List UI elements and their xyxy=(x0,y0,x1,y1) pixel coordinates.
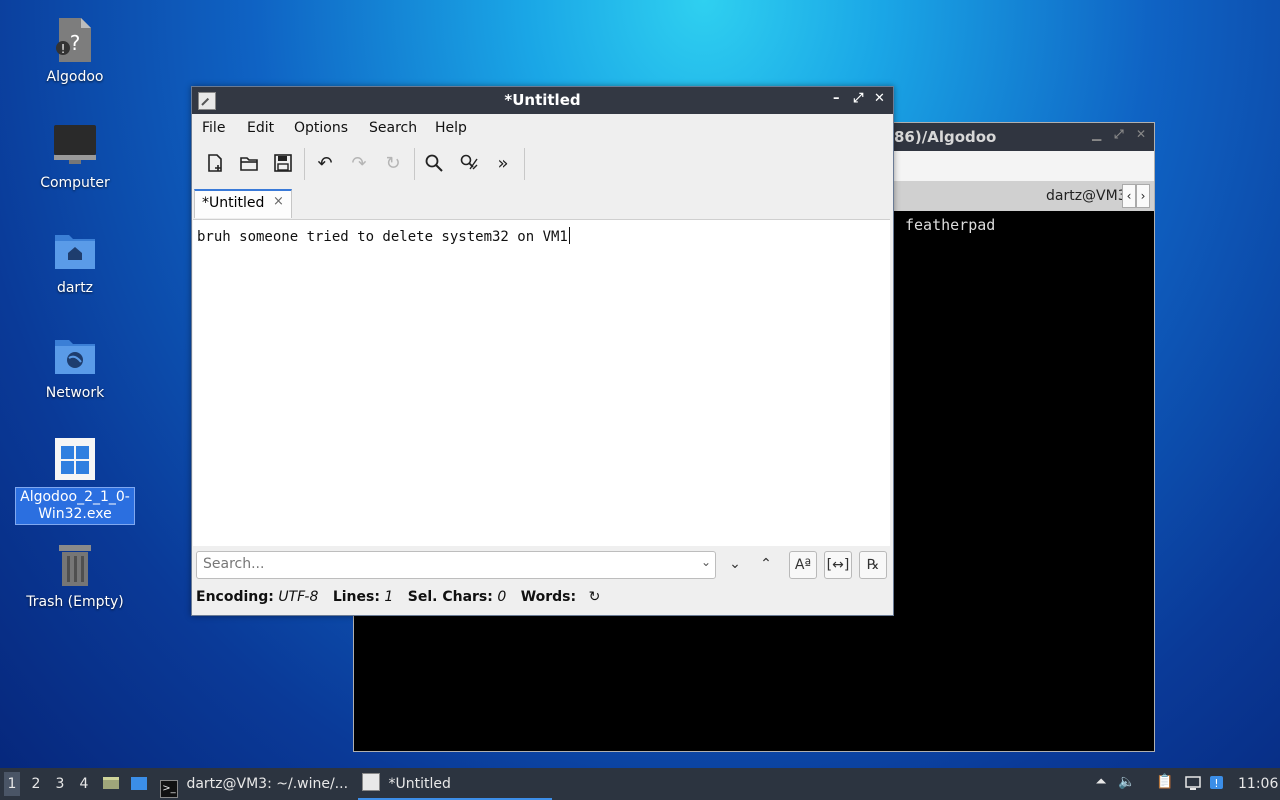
close-icon[interactable]: ✕ xyxy=(1136,127,1146,141)
toolbar: ↶ ↷ ↻ » xyxy=(192,142,893,186)
terminal-title: 86)/Algodoo xyxy=(894,128,997,146)
taskbar-item-label: *Untitled xyxy=(388,776,451,792)
workspace-2[interactable]: 2 xyxy=(28,776,44,792)
desktop-icon-algodoo-exe[interactable]: Algodoo_2_1_0-Win32.exe xyxy=(15,436,135,525)
terminal-tab[interactable]: dartz@VM3 xyxy=(1046,188,1127,204)
menu-edit[interactable]: Edit xyxy=(247,120,274,136)
tab-scroll-left-icon[interactable]: ‹ xyxy=(1122,184,1136,208)
text-caret xyxy=(568,227,570,244)
editor-titlebar[interactable]: *Untitled – ⤢ ✕ xyxy=(192,87,893,114)
reload-icon[interactable]: ↻ xyxy=(380,150,406,176)
editor-text: bruh someone tried to delete system32 on… xyxy=(197,229,568,245)
workspace-1[interactable]: 1 xyxy=(4,772,20,796)
windows-exe-icon xyxy=(51,436,99,484)
search-bar: Search... ⌄ ⌄ ⌃ Aª [↔] ℞ xyxy=(192,547,893,583)
search-placeholder: Search... xyxy=(203,556,265,572)
lines-value: 1 xyxy=(384,589,394,605)
desktop-icon-algodoo[interactable]: ?! Algodoo xyxy=(16,16,134,87)
menubar: File Edit Options Search Help xyxy=(192,114,893,142)
status-bar: Encoding: UTF-8 Lines: 1 Sel. Chars: 0 W… xyxy=(196,589,600,605)
desktop-icon-label: Algodoo_2_1_0-Win32.exe xyxy=(15,487,135,525)
workspace-3[interactable]: 3 xyxy=(52,776,68,792)
network-folder-icon xyxy=(51,332,99,380)
clipboard-icon[interactable]: 📋 xyxy=(1156,774,1174,792)
desktop-icon-label: Network xyxy=(45,385,105,401)
encoding-value[interactable]: UTF-8 xyxy=(278,589,318,605)
taskbar-item-featherpad[interactable]: *Untitled xyxy=(358,768,552,800)
taskbar-item-label: dartz@VM3: ~/.wine/... xyxy=(186,776,349,792)
new-file-icon[interactable] xyxy=(202,150,228,176)
editor-content: bruh someone tried to delete system32 on… xyxy=(197,227,570,245)
tab-label: *Untitled xyxy=(202,195,265,211)
desktop-icon-label: Trash (Empty) xyxy=(26,594,124,610)
clock[interactable]: 11:06 xyxy=(1238,776,1278,792)
save-icon[interactable] xyxy=(270,150,296,176)
tab-bar: *Untitled × xyxy=(192,186,893,218)
taskbar: 1 2 3 4 >_ dartz@VM3: ~/.wine/... *Untit… xyxy=(0,768,1280,800)
menu-help[interactable]: Help xyxy=(435,120,467,136)
desktop-icon-label: dartz xyxy=(56,280,94,296)
terminal-icon: >_ xyxy=(160,780,178,798)
sel-chars-value: 0 xyxy=(497,589,507,605)
file-manager-icon[interactable] xyxy=(130,774,148,792)
text-editor-area[interactable]: bruh someone tried to delete system32 on… xyxy=(193,219,890,546)
lines-label: Lines: xyxy=(332,589,380,605)
terminal-output-line: featherpad xyxy=(905,216,996,234)
network-icon[interactable] xyxy=(1184,774,1202,792)
toolbar-separator xyxy=(304,148,305,180)
find-next-icon[interactable]: ⌄ xyxy=(722,551,748,577)
words-label: Words: xyxy=(520,589,577,605)
update-notifier-icon[interactable]: ! xyxy=(1208,774,1226,792)
monitor-icon xyxy=(51,122,99,170)
undo-icon[interactable]: ↶ xyxy=(312,150,338,176)
chevron-down-icon[interactable]: ⌄ xyxy=(701,555,711,569)
find-replace-icon[interactable] xyxy=(456,150,482,176)
editor-window[interactable]: *Untitled – ⤢ ✕ File Edit Options Search… xyxy=(191,86,894,616)
open-folder-icon[interactable] xyxy=(236,150,262,176)
desktop-icon-network[interactable]: Network xyxy=(16,332,134,403)
whole-word-button[interactable]: [↔] xyxy=(824,551,852,579)
encoding-label: Encoding: xyxy=(196,589,274,605)
editor-title: *Untitled xyxy=(504,91,581,109)
desktop-icon-trash[interactable]: Trash (Empty) xyxy=(16,541,134,612)
close-icon[interactable]: ✕ xyxy=(874,91,885,106)
sel-chars-label: Sel. Chars: xyxy=(407,589,493,605)
tab-scroll-right-icon[interactable]: › xyxy=(1136,184,1150,208)
show-desktop-icon[interactable] xyxy=(102,774,120,792)
home-folder-icon xyxy=(51,227,99,275)
toolbar-separator xyxy=(414,148,415,180)
maximize-icon[interactable]: ⤢ xyxy=(853,91,863,106)
svg-text:?: ? xyxy=(70,31,81,55)
desktop-icon-computer[interactable]: Computer xyxy=(16,122,134,193)
taskbar-item-terminal[interactable]: >_ dartz@VM3: ~/.wine/... xyxy=(160,768,348,800)
tray-expand-icon[interactable]: ⏶ xyxy=(1092,774,1110,792)
svg-text:!: ! xyxy=(1214,777,1218,790)
menu-search[interactable]: Search xyxy=(369,120,417,136)
desktop-icon-dartz[interactable]: dartz xyxy=(16,227,134,298)
tab-untitled[interactable]: *Untitled × xyxy=(194,189,292,218)
svg-text:!: ! xyxy=(61,42,66,56)
find-previous-icon[interactable]: ⌃ xyxy=(753,551,779,577)
workspace-4[interactable]: 4 xyxy=(76,776,92,792)
go-to-line-icon[interactable]: » xyxy=(490,150,516,176)
find-icon[interactable] xyxy=(421,150,447,176)
menu-file[interactable]: File xyxy=(202,120,225,136)
minimize-icon[interactable]: – xyxy=(833,91,840,106)
minimize-icon[interactable]: ▁ xyxy=(1092,127,1101,141)
menu-options[interactable]: Options xyxy=(294,120,348,136)
search-input[interactable]: Search... ⌄ xyxy=(196,551,716,579)
maximize-icon[interactable]: ⤢ xyxy=(1114,127,1124,142)
desktop-icon-label: Algodoo xyxy=(46,69,104,85)
tab-close-icon[interactable]: × xyxy=(273,194,284,209)
unknown-file-icon: ?! xyxy=(51,16,99,64)
redo-icon[interactable]: ↷ xyxy=(346,150,372,176)
trash-icon xyxy=(51,541,99,589)
volume-icon[interactable]: 🔈 xyxy=(1118,774,1136,792)
desktop-icon-label: Computer xyxy=(40,175,110,191)
match-case-button[interactable]: Aª xyxy=(789,551,817,579)
refresh-words-icon[interactable]: ↻ xyxy=(589,589,601,605)
toolbar-separator xyxy=(524,148,525,180)
regex-button[interactable]: ℞ xyxy=(859,551,887,579)
featherpad-icon xyxy=(362,773,380,791)
